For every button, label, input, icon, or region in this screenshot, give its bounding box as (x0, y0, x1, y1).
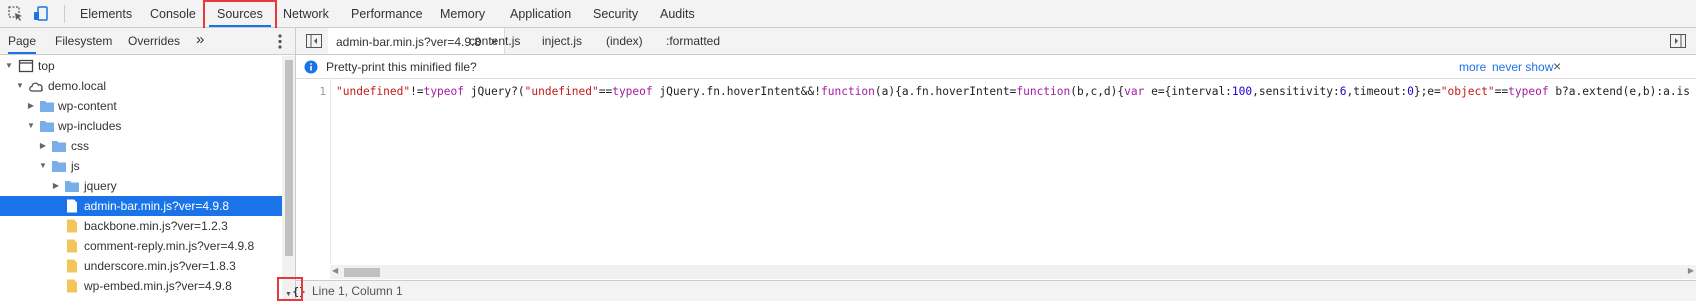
folder-icon (39, 99, 55, 113)
file-icon (64, 279, 80, 293)
pretty-print-button[interactable]: {} (285, 283, 313, 300)
file-icon (64, 199, 80, 213)
line-number: 1 (319, 85, 326, 98)
file-icon (64, 239, 80, 253)
tree-item-label: admin-bar.min.js?ver=4.9.8 (84, 199, 230, 213)
tree-item-label: wp-includes (58, 119, 122, 133)
tree-item-jquery[interactable]: ▶ jquery (0, 176, 282, 196)
never-show-link[interactable]: never show (1492, 55, 1553, 79)
navigator-scrollbar[interactable]: ▼ (282, 56, 295, 301)
toggle-debugger-icon[interactable] (1670, 34, 1686, 48)
file-tab-content-js[interactable]: content.js (469, 28, 520, 54)
tab-audits[interactable]: Audits (660, 0, 695, 27)
device-toolbar-icon[interactable] (31, 4, 51, 24)
tab-security[interactable]: Security (593, 0, 638, 27)
cloud-icon (28, 79, 44, 93)
tab-page[interactable]: Page (8, 28, 37, 54)
editor-status-bar: {} Line 1, Column 1 (292, 280, 1696, 301)
file-tab-index[interactable]: (index) (606, 28, 643, 54)
tab-performance[interactable]: Performance (351, 0, 423, 27)
devtools-toolbar: Elements Console Sources Network Perform… (0, 0, 1696, 28)
horizontal-scrollbar[interactable]: ◀ ▶ (330, 265, 1696, 279)
tree-item-label: wp-content (58, 99, 117, 113)
folder-icon (64, 179, 80, 193)
navigator-panel: Page Filesystem Overrides » ▼ top ▼ demo… (0, 28, 296, 301)
tree-item-underscore-js[interactable]: underscore.min.js?ver=1.8.3 (0, 256, 282, 276)
file-tab-label: admin-bar.min.js?ver=4.9.8 (336, 35, 482, 49)
tree-item-label: backbone.min.js?ver=1.2.3 (84, 219, 228, 233)
expanded-arrow-icon[interactable]: ▼ (4, 56, 14, 76)
more-link[interactable]: more (1459, 55, 1486, 79)
editor-panel: admin-bar.min.js?ver=4.9.8 × content.js … (292, 28, 1696, 301)
tree-item-admin-bar-js[interactable]: admin-bar.min.js?ver=4.9.8 (0, 196, 282, 216)
code-line-1[interactable]: "undefined"!=typeof jQuery?("undefined"=… (336, 84, 1690, 100)
tree-item-label: top (38, 59, 55, 73)
file-tree: ▼ top ▼ demo.local ▶ wp-content ▼ wp-inc… (0, 56, 282, 301)
tab-sources[interactable]: Sources (209, 0, 271, 27)
file-tab-formatted[interactable]: :formatted (666, 28, 720, 54)
tree-item-backbone-js[interactable]: backbone.min.js?ver=1.2.3 (0, 216, 282, 236)
tree-item-label: demo.local (48, 79, 107, 93)
collapsed-arrow-icon[interactable]: ▶ (51, 176, 61, 196)
more-tabs-button[interactable]: » (196, 28, 204, 54)
folder-icon (51, 139, 67, 153)
tree-item-label: jquery (84, 179, 117, 193)
folder-icon (39, 119, 55, 133)
expanded-arrow-icon[interactable]: ▼ (15, 76, 25, 96)
line-gutter: 1 (296, 79, 331, 263)
tree-item-css[interactable]: ▶ css (0, 136, 282, 156)
tree-item-wp-includes[interactable]: ▼ wp-includes (0, 116, 282, 136)
tree-item-js[interactable]: ▼ js (0, 156, 282, 176)
tree-item-comment-reply-js[interactable]: comment-reply.min.js?ver=4.9.8 (0, 236, 282, 256)
scroll-right-arrow-icon[interactable]: ▶ (1688, 266, 1694, 275)
tree-item-label: wp-embed.min.js?ver=4.9.8 (84, 279, 232, 293)
scroll-left-arrow-icon[interactable]: ◀ (332, 266, 338, 275)
expanded-arrow-icon[interactable]: ▼ (38, 156, 48, 176)
tab-filesystem[interactable]: Filesystem (55, 28, 112, 54)
tab-memory[interactable]: Memory (440, 0, 485, 27)
tree-item-wp-content[interactable]: ▶ wp-content (0, 96, 282, 116)
collapsed-arrow-icon[interactable]: ▶ (26, 96, 36, 116)
info-icon (304, 60, 318, 74)
pretty-print-infobar: Pretty-print this minified file? more ne… (296, 55, 1696, 79)
tree-item-label: comment-reply.min.js?ver=4.9.8 (84, 239, 255, 253)
tree-item-demo-local[interactable]: ▼ demo.local (0, 76, 282, 96)
folder-icon (51, 159, 67, 173)
tree-item-label: underscore.min.js?ver=1.8.3 (84, 259, 236, 273)
file-icon (64, 259, 80, 273)
tab-elements[interactable]: Elements (80, 0, 132, 27)
horizontal-scrollbar-thumb[interactable] (344, 268, 380, 277)
tab-console[interactable]: Console (150, 0, 196, 27)
tree-item-label: js (71, 159, 80, 173)
tab-application[interactable]: Application (510, 0, 571, 27)
navigator-tabs: Page Filesystem Overrides » (0, 28, 295, 55)
expanded-arrow-icon[interactable]: ▼ (26, 116, 36, 136)
toolbar-separator (64, 5, 65, 23)
collapsed-arrow-icon[interactable]: ▶ (38, 136, 48, 156)
code-editor[interactable]: 1 "undefined"!=typeof jQuery?("undefined… (296, 79, 1696, 263)
editor-file-tabs: admin-bar.min.js?ver=4.9.8 × content.js … (296, 28, 1696, 55)
close-infobar-icon[interactable]: × (1553, 55, 1561, 77)
frame-icon (18, 59, 34, 73)
file-tab-inject-js[interactable]: inject.js (542, 28, 582, 54)
toggle-navigator-icon[interactable] (306, 34, 322, 48)
inspect-element-icon[interactable] (6, 4, 26, 24)
cursor-position: Line 1, Column 1 (312, 284, 403, 298)
tree-item-wp-embed-js[interactable]: wp-embed.min.js?ver=4.9.8 (0, 276, 282, 296)
navigator-scrollbar-thumb[interactable] (285, 60, 293, 256)
tab-network[interactable]: Network (283, 0, 329, 27)
tab-overrides[interactable]: Overrides (128, 28, 180, 54)
file-icon (64, 219, 80, 233)
infobar-message: Pretty-print this minified file? (326, 60, 477, 74)
tree-item-top[interactable]: ▼ top (0, 56, 282, 76)
navigator-menu-icon[interactable] (278, 34, 282, 49)
tree-item-label: css (71, 139, 89, 153)
